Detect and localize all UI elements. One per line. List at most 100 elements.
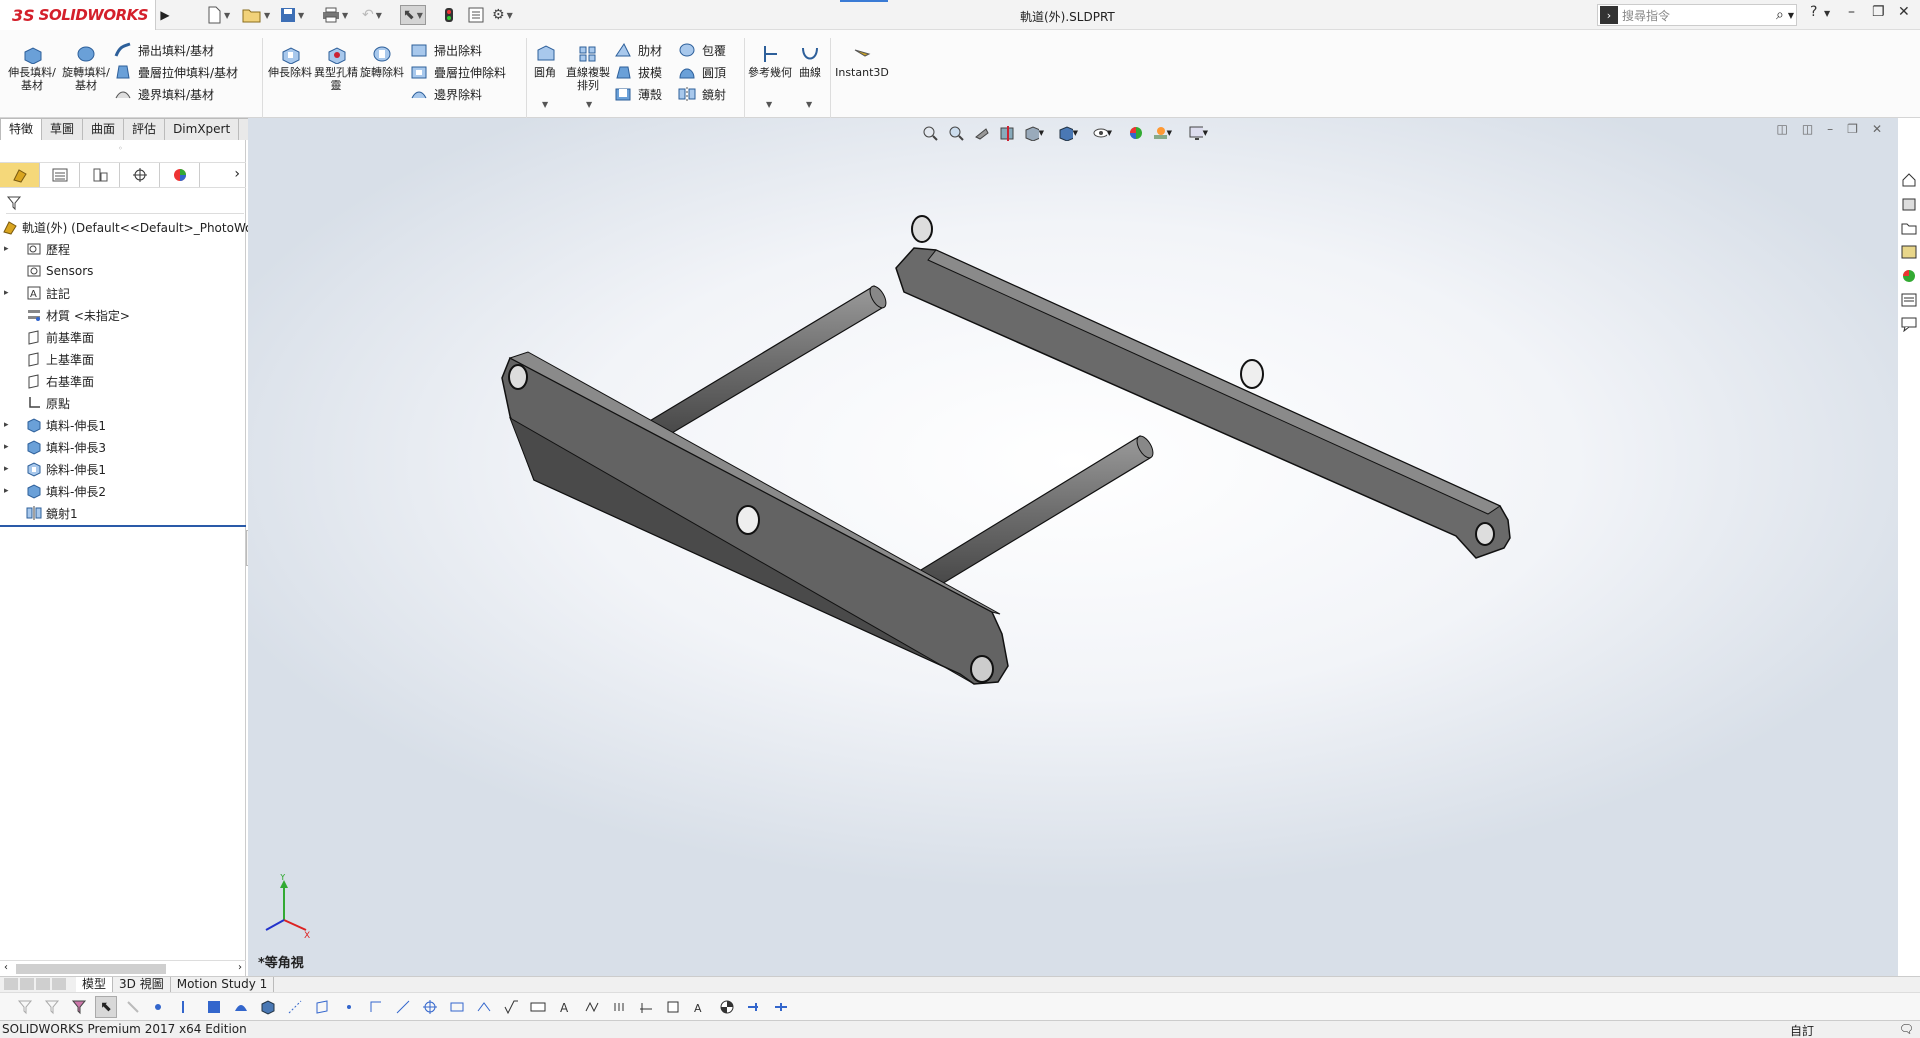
save-button[interactable]: ▼	[280, 5, 304, 25]
graphics-area[interactable]: ▼ ▼ ▼ ▼ ▼ ◫ ◫ – ❐ ✕ Y X *等角視	[248, 118, 1898, 976]
pattern-dropdown-icon[interactable]: ▼	[586, 100, 592, 109]
filter-surface-bodies-button[interactable]	[230, 996, 252, 1018]
tree-filter[interactable]	[6, 192, 244, 214]
filter-lock-button[interactable]	[122, 996, 144, 1018]
search-input[interactable]: 搜尋指令	[1622, 7, 1776, 24]
tree-node[interactable]: 鏡射1	[0, 502, 246, 524]
filter-connection-points-button[interactable]	[743, 996, 765, 1018]
boundary-cut-button[interactable]: 邊界除料	[410, 84, 482, 104]
file-explorer-tab[interactable]	[1898, 218, 1920, 238]
filter-sketch-segments-button[interactable]	[365, 996, 387, 1018]
instant3d-button[interactable]: Instant3D	[834, 44, 890, 79]
model-view[interactable]	[248, 118, 1898, 976]
expand-arrow-icon[interactable]: ▸	[4, 244, 16, 254]
panel-grip-icon[interactable]: ◦	[118, 144, 123, 153]
dimxpert-manager-tab[interactable]	[120, 163, 160, 187]
wrap-button[interactable]: 包覆	[678, 40, 726, 60]
view-palette-tab[interactable]	[1898, 242, 1920, 262]
options-button[interactable]: ⚙ ▼	[492, 5, 513, 25]
swept-boss-button[interactable]: 掃出填料/基材	[114, 40, 214, 60]
expand-arrow-icon[interactable]: ▸	[4, 464, 16, 474]
property-manager-tab[interactable]	[40, 163, 80, 187]
open-button[interactable]: ▼	[242, 5, 270, 25]
help-dropdown-icon[interactable]: ▼	[1824, 9, 1830, 18]
boundary-boss-button[interactable]: 邊界填料/基材	[114, 84, 214, 104]
tab-3[interactable]: 評估	[123, 118, 166, 140]
rail-back-hole-2[interactable]	[1240, 359, 1264, 389]
rail-back[interactable]	[895, 215, 1511, 559]
dome-button[interactable]: 圓頂	[678, 62, 726, 82]
filter-edges-button[interactable]	[176, 996, 198, 1018]
select-tool-button[interactable]: ⬉	[95, 995, 117, 1018]
help-button[interactable]: ?	[1810, 4, 1817, 20]
filter-faces-button[interactable]	[203, 996, 225, 1018]
menu-expand-icon[interactable]: ▶	[158, 5, 172, 25]
configuration-manager-tab[interactable]	[80, 163, 120, 187]
rail-back-hole-1[interactable]	[911, 215, 933, 243]
print-button[interactable]: ▼	[322, 5, 348, 25]
custom-properties-tab[interactable]	[1898, 290, 1920, 310]
filter-sketch-points-button[interactable]	[338, 996, 360, 1018]
tree-node[interactable]: 前基準面	[0, 326, 246, 348]
tab-4[interactable]: DimXpert	[164, 118, 240, 140]
rail-front-hole-3[interactable]	[970, 655, 994, 683]
tab-navigation[interactable]	[4, 977, 76, 992]
model-tab-1[interactable]: 3D 視圖	[113, 976, 171, 993]
display-manager-tab[interactable]	[160, 163, 200, 187]
feature-manager-tab[interactable]	[0, 163, 40, 187]
filter-dimensions-button[interactable]	[473, 996, 495, 1018]
revolve-cut-button[interactable]: 旋轉除料	[356, 44, 408, 79]
filter-surface-finish-button[interactable]	[500, 996, 522, 1018]
shell-button[interactable]: 薄殼	[614, 84, 662, 104]
filter-centermarks-button[interactable]	[419, 996, 441, 1018]
tree-node[interactable]: ▸ 填料-伸長3	[0, 436, 246, 458]
rod-2[interactable]	[897, 434, 1156, 603]
scroll-right-icon[interactable]: ›	[238, 962, 242, 973]
close-button[interactable]: ✕	[1898, 4, 1910, 20]
tree-node[interactable]: ▸ 除料-伸長1	[0, 458, 246, 480]
tree-node[interactable]: ▸ 填料-伸長1	[0, 414, 246, 436]
rail-front-hole-1[interactable]	[508, 364, 528, 390]
tab-2[interactable]: 曲面	[82, 118, 125, 140]
search-icon[interactable]: ⌕	[1776, 7, 1784, 23]
filter-centerline-button[interactable]	[446, 996, 468, 1018]
filter-solid-bodies-button[interactable]	[257, 996, 279, 1018]
tab-1[interactable]: 草圖	[41, 118, 84, 140]
horizontal-scrollbar[interactable]: ‹ ›	[0, 960, 246, 976]
swept-cut-button[interactable]: 掃出除料	[410, 40, 482, 60]
filter-notes-button[interactable]: A	[554, 996, 576, 1018]
extrude-boss-button[interactable]: 伸長填料/基材	[6, 44, 58, 92]
model-tab-2[interactable]: Motion Study 1	[171, 976, 275, 993]
filter-blocks-button[interactable]	[662, 996, 684, 1018]
draft-button[interactable]: 拔模	[614, 62, 662, 82]
filter-midpoints-button[interactable]	[392, 996, 414, 1018]
lofted-cut-button[interactable]: 疊層拉伸除料	[410, 62, 506, 82]
toggle-filter-button[interactable]	[14, 996, 36, 1018]
tree-node[interactable]: Sensors	[0, 260, 246, 282]
expand-arrow-icon[interactable]: ▸	[4, 288, 16, 298]
tree-node[interactable]: 右基準面	[0, 370, 246, 392]
undo-button[interactable]: ↶ ▼	[362, 5, 382, 25]
expand-arrow-icon[interactable]: ▸	[4, 486, 16, 496]
model-tab-0[interactable]: 模型	[76, 976, 114, 993]
scroll-thumb[interactable]	[16, 964, 166, 974]
hole-wizard-button[interactable]: 異型孔精靈	[310, 44, 362, 92]
solidworks-logo[interactable]: 3S SOLIDWORKS	[0, 0, 156, 30]
filter-datum-targets-button[interactable]	[608, 996, 630, 1018]
restore-button[interactable]: ❐	[1872, 4, 1885, 20]
tree-node[interactable]: 原點	[0, 392, 246, 414]
curves-button[interactable]: 曲線	[786, 44, 834, 79]
design-library-tab[interactable]	[1898, 194, 1920, 214]
rebuild-button[interactable]	[444, 5, 454, 25]
extrude-cut-button[interactable]: 伸長除料	[264, 44, 316, 79]
filter-routing-points-button[interactable]	[770, 996, 792, 1018]
fillet-dropdown-icon[interactable]: ▼	[542, 100, 548, 109]
rollback-bar[interactable]	[0, 525, 246, 527]
scroll-left-icon[interactable]: ‹	[4, 962, 8, 973]
clear-filter-button[interactable]	[41, 996, 63, 1018]
rail-front[interactable]	[501, 351, 1009, 685]
filter-planes-button[interactable]	[311, 996, 333, 1018]
minimize-button[interactable]: –	[1848, 4, 1855, 20]
filter-weld-symbols-button[interactable]	[581, 996, 603, 1018]
expand-arrow-icon[interactable]: ▸	[4, 442, 16, 452]
